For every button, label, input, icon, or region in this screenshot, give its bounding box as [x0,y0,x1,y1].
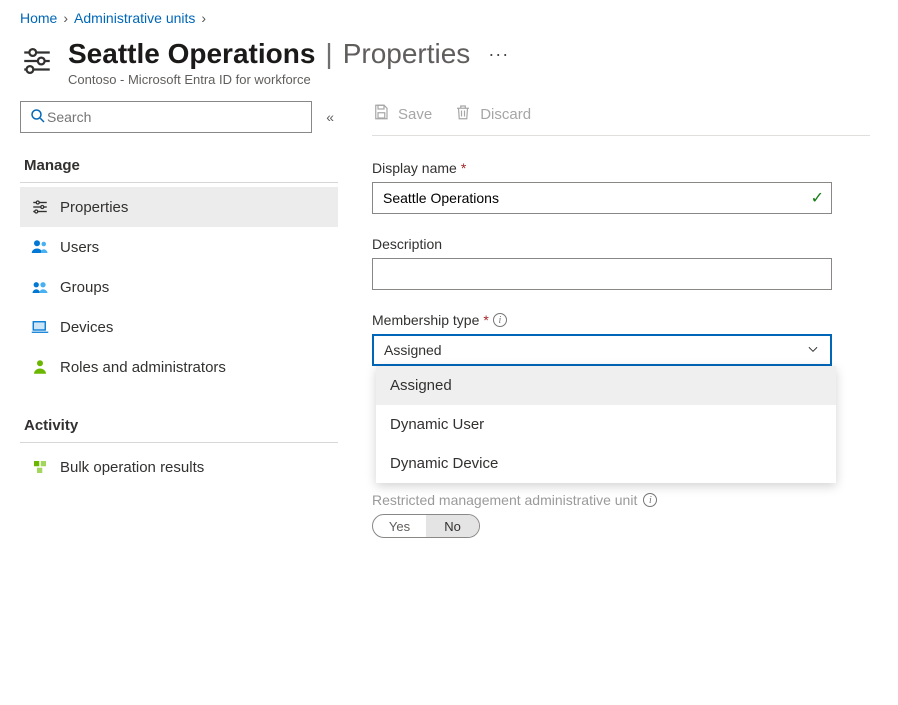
search-input[interactable] [47,109,303,125]
side-panel: « Manage Properties Users [0,101,350,538]
cubes-icon [30,457,50,477]
breadcrumb: Home › Administrative units › [0,0,898,32]
more-button[interactable]: ··· [478,44,509,65]
save-icon [372,103,390,125]
breadcrumb-admin-units[interactable]: Administrative units [74,10,195,26]
page-title: Seattle Operations [68,38,315,70]
chevron-down-icon [806,342,820,359]
info-icon[interactable]: i [493,313,507,327]
page-header: Seattle Operations | Properties ··· Cont… [0,32,898,101]
sliders-icon [30,197,50,217]
sidebar-item-users[interactable]: Users [20,227,338,267]
sidebar-item-label: Users [60,239,99,256]
display-name-label: Display name* [372,160,870,176]
search-box[interactable] [20,101,312,133]
collapse-panel-button[interactable]: « [322,105,338,129]
info-icon[interactable]: i [643,493,657,507]
toggle-no[interactable]: No [426,515,479,537]
membership-type-select[interactable]: Assigned [372,334,832,366]
trash-icon [454,103,472,125]
chevron-right-icon: › [63,10,68,26]
tenant-subtitle: Contoso - Microsoft Entra ID for workfor… [68,72,509,87]
sidebar-item-devices[interactable]: Devices [20,307,338,347]
discard-button[interactable]: Discard [454,103,531,125]
group-icon [30,277,50,297]
membership-type-label: Membership type* i [372,312,870,328]
sidebar-item-label: Devices [60,319,113,336]
save-label: Save [398,106,432,123]
main-content: Save Discard Display name* ✓ [350,101,898,538]
sliders-icon [20,38,54,81]
sidebar-item-bulk-results[interactable]: Bulk operation results [20,447,338,487]
page-subtitle-section: Properties [343,38,471,70]
sidebar-item-label: Roles and administrators [60,359,226,376]
membership-option-assigned[interactable]: Assigned [376,366,836,405]
command-bar: Save Discard [372,101,870,136]
description-label: Description [372,236,870,252]
membership-type-value: Assigned [384,342,442,358]
sidebar-item-label: Properties [60,199,128,216]
search-icon [29,107,47,128]
sidebar-item-label: Groups [60,279,109,296]
sidebar-item-roles[interactable]: Roles and administrators [20,347,338,387]
restricted-management-label: Restricted management administrative uni… [372,492,870,508]
sidebar-item-label: Bulk operation results [60,459,204,476]
membership-option-dynamic-device[interactable]: Dynamic Device [376,444,836,483]
sidebar-item-properties[interactable]: Properties [20,187,338,227]
required-asterisk: * [483,312,488,328]
breadcrumb-home[interactable]: Home [20,10,57,26]
title-divider: | [323,38,334,70]
user-icon [30,237,50,257]
toggle-yes[interactable]: Yes [373,515,426,537]
chevron-right-icon: › [201,10,206,26]
description-input[interactable] [372,258,832,290]
device-icon [30,317,50,337]
required-asterisk: * [461,160,466,176]
check-icon: ✓ [811,188,824,208]
nav-section-manage: Manage [20,147,338,183]
save-button[interactable]: Save [372,103,432,125]
sidebar-item-groups[interactable]: Groups [20,267,338,307]
display-name-input[interactable] [372,182,832,214]
membership-option-dynamic-user[interactable]: Dynamic User [376,405,836,444]
restricted-management-toggle[interactable]: Yes No [372,514,480,538]
nav-section-activity: Activity [20,407,338,443]
admin-icon [30,357,50,377]
discard-label: Discard [480,106,531,123]
membership-type-dropdown: Assigned Dynamic User Dynamic Device [376,366,836,483]
